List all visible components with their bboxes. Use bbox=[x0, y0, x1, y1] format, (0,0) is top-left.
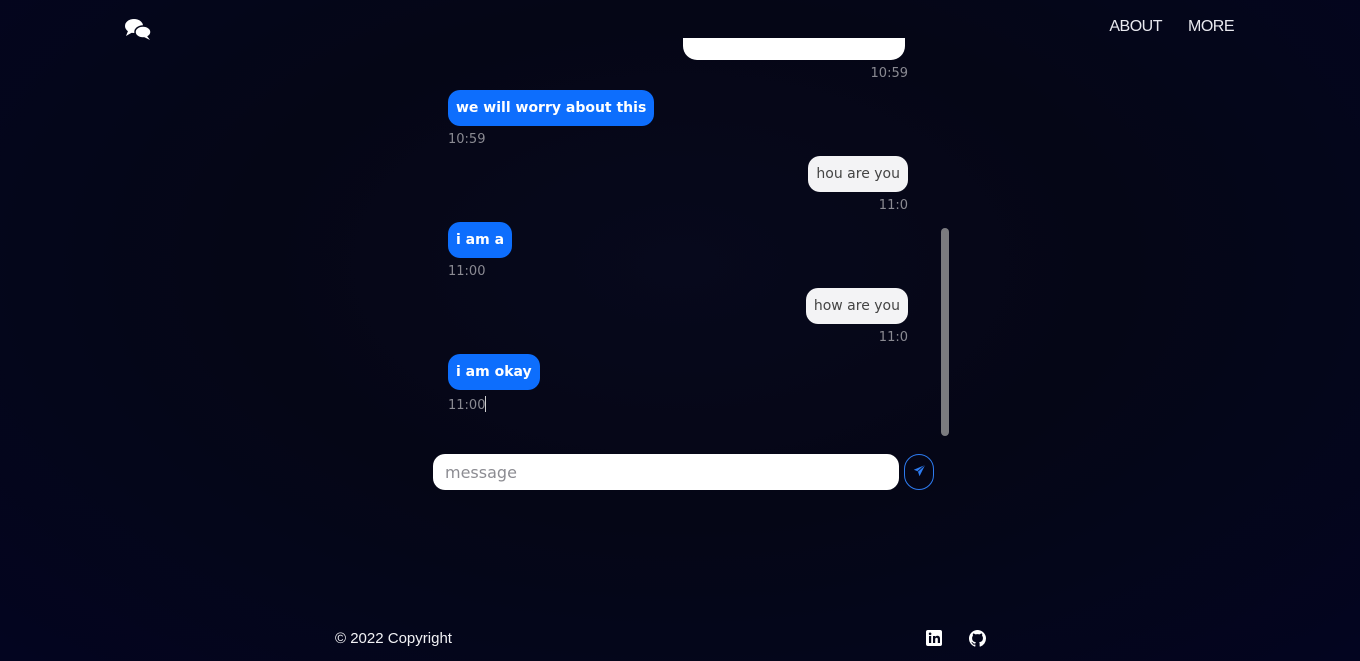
chat-message-outgoing: how are you 11:0 bbox=[805, 288, 908, 345]
github-icon[interactable] bbox=[969, 630, 986, 647]
message-bubble: hou are you bbox=[808, 156, 908, 192]
main-nav: ABOUT MORE bbox=[1109, 18, 1234, 36]
text-caret bbox=[485, 396, 487, 412]
copyright-text: © 2022 Copyright bbox=[335, 630, 452, 647]
chat-message-incoming: i am okay 11:00 bbox=[448, 354, 540, 413]
chat-message-outgoing: hou are you 11:0 bbox=[808, 156, 908, 213]
send-button[interactable] bbox=[904, 454, 934, 490]
message-time: 11:00 bbox=[448, 264, 486, 279]
message-bubble: how are you bbox=[805, 288, 908, 324]
chat-bubbles-icon[interactable] bbox=[124, 17, 152, 41]
message-composer bbox=[433, 454, 935, 490]
paper-plane-icon bbox=[913, 464, 926, 480]
message-bubble: we will worry about this bbox=[448, 90, 655, 126]
message-input[interactable] bbox=[433, 454, 899, 490]
message-bubble-partial bbox=[683, 38, 905, 60]
chat-message-incoming: we will worry about this 10:59 bbox=[448, 90, 655, 147]
message-time: 10:59 bbox=[448, 132, 486, 147]
message-time: 11:00 bbox=[448, 396, 487, 413]
message-time: 11:0 bbox=[878, 198, 908, 213]
chat-message-incoming: i am a 11:00 bbox=[448, 222, 513, 279]
chat-message-outgoing: 10:59 bbox=[871, 66, 908, 81]
message-bubble: i am a bbox=[448, 222, 513, 258]
nav-about-link[interactable]: ABOUT bbox=[1109, 18, 1162, 36]
chat-scrollbar-thumb[interactable] bbox=[941, 228, 949, 436]
message-bubble: i am okay bbox=[448, 354, 540, 390]
linkedin-icon[interactable] bbox=[926, 630, 943, 647]
chat-messages-panel[interactable]: 10:59 we will worry about this 10:59 hou… bbox=[433, 38, 953, 438]
message-time: 10:59 bbox=[870, 66, 908, 81]
nav-more-link[interactable]: MORE bbox=[1188, 18, 1235, 36]
message-time: 11:0 bbox=[878, 330, 908, 345]
